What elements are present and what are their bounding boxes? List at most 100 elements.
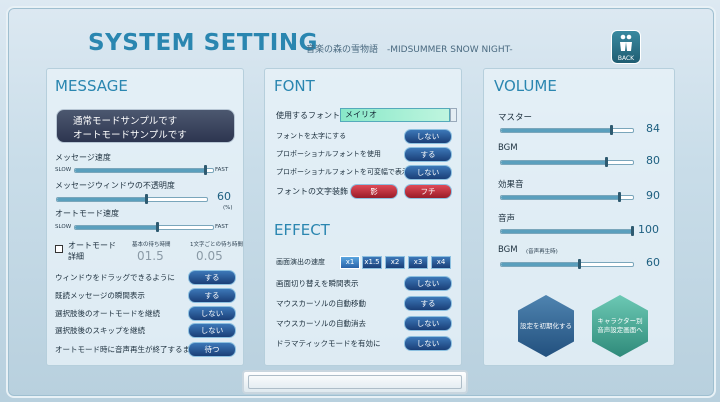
font-select[interactable]: メイリオ	[340, 108, 450, 122]
volume-label: 効果音	[498, 180, 524, 190]
volume-slider[interactable]	[500, 125, 634, 135]
auto-speed-fast: FAST	[215, 224, 229, 230]
message-option-label: ウィンドウをドラッグできるように	[55, 273, 175, 282]
message-option-button[interactable]: 待つ	[188, 342, 236, 357]
sample-auto-text: オートモードサンプルです	[73, 130, 187, 141]
window-opacity-value: 60	[217, 190, 231, 203]
message-speed-slider[interactable]	[74, 165, 214, 175]
character-voice-line2: 音声設定画面へ	[597, 326, 643, 334]
volume-slider-fill	[501, 129, 612, 132]
effect-option-button[interactable]: しない	[404, 316, 452, 331]
auto-speed-fill	[75, 226, 158, 229]
window-opacity-fill	[57, 198, 147, 201]
people-icon	[620, 34, 632, 51]
volume-value: 100	[638, 223, 659, 236]
volume-label: マスター	[498, 113, 533, 123]
message-option-button[interactable]: しない	[188, 323, 236, 338]
message-option-label: 選択肢後のオートモードを継続	[55, 309, 160, 318]
font-option-button[interactable]: しない	[404, 165, 452, 180]
effect-option-label: ドラマティックモードを有効に	[276, 339, 381, 348]
message-option-label: 既読メッセージの瞬間表示	[55, 291, 145, 300]
message-speed-knob[interactable]	[204, 165, 208, 175]
auto-detail-label: オートモード	[68, 241, 116, 250]
effect-option-label: 画面切り替えを瞬間表示	[276, 279, 359, 288]
auto-speed-label: オートモード速度	[55, 209, 119, 218]
volume-slider-knob[interactable]	[604, 157, 608, 167]
volume-slider[interactable]	[500, 226, 634, 236]
char-wait-value: 0.05	[196, 249, 223, 263]
volume-label: BGM	[498, 143, 518, 153]
effect-option-label: マウスカーソルの自動移動	[276, 299, 366, 308]
font-select-scrollbar[interactable]	[450, 108, 457, 122]
effect-option-label: マウスカーソルの自動消去	[276, 319, 366, 328]
effect-speed-button[interactable]: x2	[385, 256, 405, 269]
effect-speed-button[interactable]: x3	[408, 256, 428, 269]
message-sample-box: 通常モードサンプルです オートモードサンプルです	[56, 109, 235, 143]
page-title: SYSTEM SETTING	[88, 30, 318, 56]
back-label: BACK	[617, 55, 635, 62]
volume-slider-fill	[501, 196, 620, 199]
message-speed-fast: FAST	[215, 167, 229, 173]
message-option-button[interactable]: しない	[188, 306, 236, 321]
effect-speed-label: 画面演出の速度	[276, 258, 325, 266]
effect-option-button[interactable]: しない	[404, 276, 452, 291]
volume-slider-knob[interactable]	[631, 226, 634, 236]
window-opacity-slider[interactable]	[56, 194, 208, 204]
volume-slider-knob[interactable]	[609, 125, 613, 135]
effect-title: EFFECT	[274, 221, 330, 239]
volume-slider-fill	[501, 263, 581, 266]
font-option-label: プロポーショナルフォントを可変幅で表示	[276, 168, 409, 176]
effect-option-button[interactable]: しない	[404, 336, 452, 351]
auto-speed-slider[interactable]	[74, 222, 214, 232]
volume-slider-knob[interactable]	[578, 259, 582, 269]
decoration-shadow-button[interactable]: 影	[350, 184, 398, 199]
message-option-button[interactable]: する	[188, 270, 236, 285]
auto-speed-slow: SLOW	[55, 224, 72, 230]
volume-value: 84	[646, 122, 660, 135]
reset-settings-label: 設定を初期化する	[520, 321, 572, 330]
font-option-button[interactable]: する	[404, 147, 452, 162]
auto-detail-sublabel: 詳細	[68, 252, 84, 261]
use-font-label: 使用するフォント	[276, 111, 340, 120]
volume-label: BGM	[498, 245, 518, 255]
volume-slider-knob[interactable]	[617, 192, 621, 202]
message-speed-label: メッセージ速度	[55, 153, 111, 162]
volume-slider[interactable]	[500, 157, 634, 167]
game-subtitle: 音楽の森の雪物語 -MIDSUMMER SNOW NIGHT-	[306, 45, 513, 55]
char-wait-label: 1文字ごとの待ち時間	[190, 242, 243, 248]
back-button[interactable]: BACK	[611, 30, 641, 64]
volume-sublabel: (音声再生時)	[526, 249, 558, 255]
auto-speed-knob[interactable]	[155, 222, 159, 232]
bottom-message-bar	[242, 370, 468, 394]
message-option-button[interactable]: する	[188, 288, 236, 303]
message-title: MESSAGE	[55, 77, 128, 95]
decoration-outline-button[interactable]: フチ	[404, 184, 452, 199]
basic-wait-label: 基本の待ち時間	[132, 242, 171, 248]
effect-option-button[interactable]: する	[404, 296, 452, 311]
character-voice-line1: キャラクター別	[597, 317, 643, 325]
effect-speed-button[interactable]: x1	[340, 256, 360, 269]
font-option-button[interactable]: しない	[404, 129, 452, 144]
volume-slider[interactable]	[500, 192, 634, 202]
volume-label: 音声	[498, 214, 516, 224]
effect-speed-button[interactable]: x1.5	[362, 256, 382, 269]
font-option-label: フォントを太字にする	[276, 132, 347, 140]
window-opacity-knob[interactable]	[145, 194, 148, 204]
window-opacity-label: メッセージウィンドウの不透明度	[55, 181, 175, 190]
message-option-label: 選択肢後のスキップを継続	[55, 326, 145, 335]
volume-value: 60	[646, 256, 660, 269]
volume-slider-fill	[501, 161, 607, 164]
message-speed-slow: SLOW	[55, 167, 72, 173]
window-opacity-unit: (%)	[223, 205, 233, 211]
volume-slider[interactable]	[500, 259, 634, 269]
sample-normal-text: 通常モードサンプルです	[73, 116, 178, 127]
basic-wait-value: 01.5	[137, 249, 164, 263]
decoration-label: フォントの文字装飾	[276, 187, 348, 196]
volume-title: VOLUME	[494, 77, 557, 95]
effect-speed-button[interactable]: x4	[431, 256, 451, 269]
volume-slider-fill	[501, 230, 633, 233]
font-option-label: プロポーショナルフォントを使用	[276, 150, 381, 158]
volume-value: 90	[646, 189, 660, 202]
message-option-label: オートモード時に音声再生が終了するまで	[55, 345, 198, 354]
auto-detail-checkbox[interactable]	[55, 245, 63, 253]
